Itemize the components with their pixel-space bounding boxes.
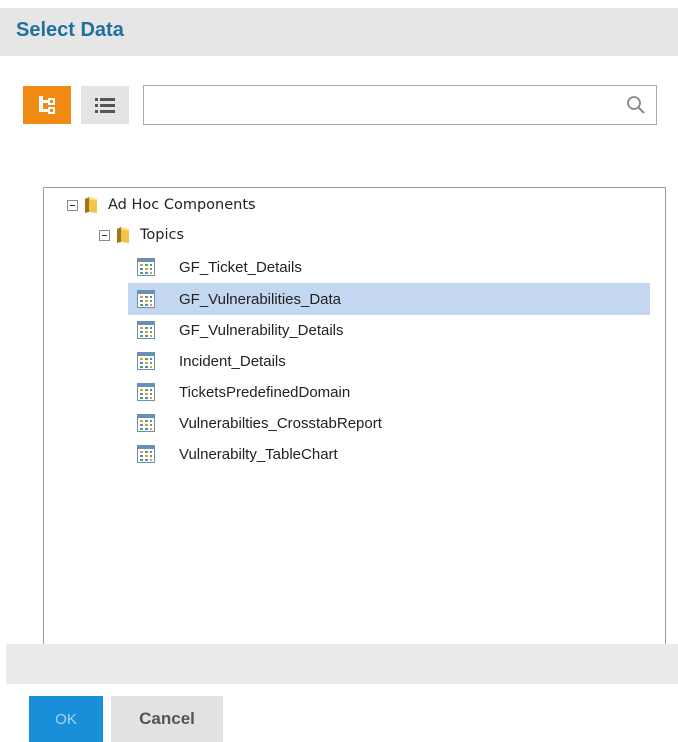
dialog-title: Select Data	[16, 19, 124, 41]
folder-icon	[85, 197, 97, 213]
tree-node-topics[interactable]: Topics	[99, 220, 184, 250]
list-view-icon	[95, 98, 115, 113]
tree-item-label: Vulnerabilties_CrosstabReport	[179, 414, 382, 432]
status-bar	[6, 644, 678, 684]
magnifier-icon[interactable]	[626, 95, 646, 115]
dialog-header: Select Data	[0, 8, 678, 56]
tree-node-ad-hoc-components[interactable]: Ad Hoc Components	[67, 190, 256, 220]
tree-node-label: Topics	[140, 227, 185, 243]
folder-icon	[117, 227, 129, 243]
table-icon	[137, 414, 155, 432]
tree-item[interactable]: GF_Vulnerability_Details	[128, 314, 650, 346]
table-icon	[137, 352, 155, 370]
tree-item[interactable]: Vulnerabilties_CrosstabReport	[128, 407, 650, 439]
search-box	[143, 85, 657, 126]
tree-view-button[interactable]	[23, 86, 71, 124]
table-icon	[137, 383, 155, 401]
cancel-button[interactable]: Cancel	[111, 696, 223, 742]
tree-item-label: GF_Ticket_Details	[179, 258, 302, 276]
table-icon	[137, 290, 155, 308]
tree-item-label: GF_Vulnerability_Details	[179, 321, 344, 339]
data-tree: Ad Hoc Components Topics GF_Ticket_Detai…	[43, 187, 666, 647]
tree-item[interactable]: TicketsPredefinedDomain	[128, 376, 650, 408]
table-icon	[137, 258, 155, 276]
tree-item-selected[interactable]: GF_Vulnerabilities_Data	[128, 283, 650, 315]
tree-item-label: GF_Vulnerabilities_Data	[179, 290, 342, 308]
tree-item-label: Vulnerabilty_TableChart	[179, 445, 338, 463]
tree-item[interactable]: Vulnerabilty_TableChart	[128, 438, 650, 470]
list-view-button[interactable]	[81, 86, 129, 124]
table-icon	[137, 321, 155, 339]
collapse-toggle-icon[interactable]	[99, 229, 110, 241]
search-input[interactable]	[150, 86, 614, 126]
tree-item-label: Incident_Details	[179, 352, 286, 370]
ok-button[interactable]: OK	[29, 696, 103, 742]
collapse-toggle-icon[interactable]	[67, 199, 78, 211]
tree-item[interactable]: GF_Ticket_Details	[128, 251, 650, 283]
tree-node-label: Ad Hoc Components	[108, 197, 256, 213]
tree-item[interactable]: Incident_Details	[128, 345, 650, 377]
tree-item-label: TicketsPredefinedDomain	[179, 383, 351, 401]
tree-view-icon	[39, 96, 55, 114]
table-icon	[137, 445, 155, 463]
